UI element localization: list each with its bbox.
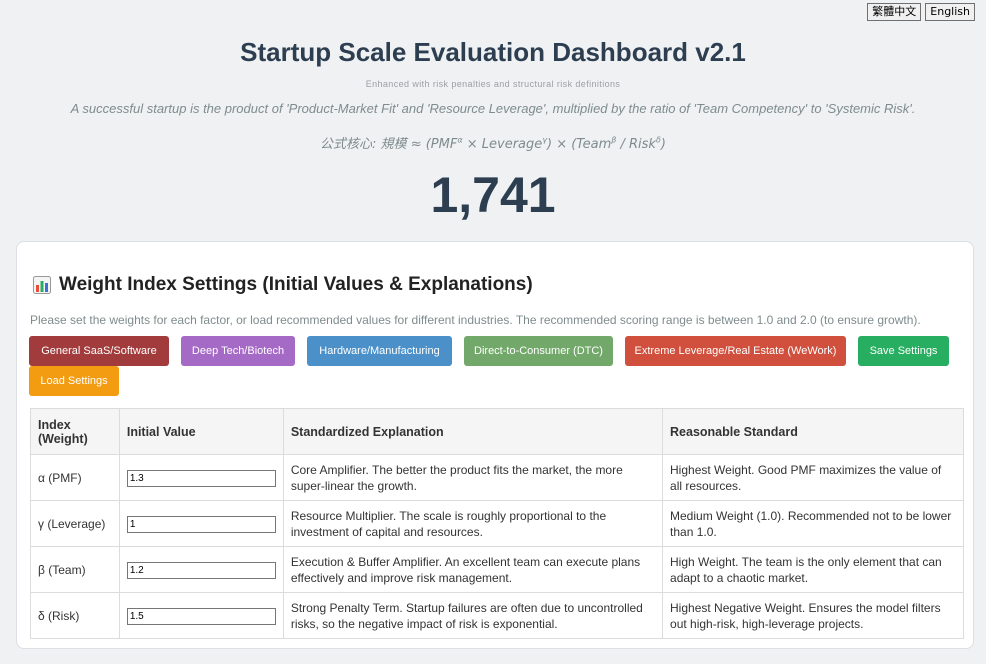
table-row: δ (Risk) Strong Penalty Term. Startup fa…: [30, 592, 964, 639]
table-row: α (PMF) Core Amplifier. The better the p…: [30, 454, 964, 501]
panel-title: Weight Index Settings (Initial Values & …: [33, 274, 533, 296]
delta-input[interactable]: [126, 607, 276, 625]
header-explanation: Standardized Explanation: [282, 408, 664, 455]
weights-table: Index (Weight) Initial Value Standardize…: [30, 408, 964, 639]
gamma-input[interactable]: [126, 515, 276, 533]
preset-deeptech-button[interactable]: Deep Tech/Biotech: [181, 336, 295, 366]
page-subtitle: Enhanced with risk penalties and structu…: [365, 79, 621, 89]
preset-hardware-button[interactable]: Hardware/Manufacturing: [307, 336, 452, 366]
alpha-input[interactable]: [126, 469, 276, 487]
row-index: δ (Risk): [30, 592, 120, 639]
language-switcher: 繁體中文 English: [867, 3, 975, 21]
row-standard: Highest Negative Weight. Ensures the mod…: [662, 592, 964, 639]
preset-wework-button[interactable]: Extreme Leverage/Real Estate (WeWork): [625, 336, 846, 366]
beta-input[interactable]: [126, 561, 276, 579]
table-row: β (Team) Execution & Buffer Amplifier. A…: [30, 546, 964, 593]
row-index: α (PMF): [30, 454, 120, 501]
preset-saas-button[interactable]: General SaaS/Software: [29, 336, 169, 366]
row-standard: Medium Weight (1.0). Recommended not to …: [662, 500, 964, 547]
save-settings-button[interactable]: Save Settings: [858, 336, 949, 366]
row-explanation: Core Amplifier. The better the product f…: [282, 454, 664, 501]
row-explanation: Resource Multiplier. The scale is roughl…: [282, 500, 664, 547]
row-index: γ (Leverage): [30, 500, 120, 547]
page-description: A successful startup is the product of '…: [70, 101, 916, 116]
header-initial-value: Initial Value: [118, 408, 284, 455]
panel-hint: Please set the weights for each factor, …: [30, 313, 921, 327]
load-settings-button[interactable]: Load Settings: [29, 366, 119, 396]
weight-settings-panel: Weight Index Settings (Initial Values & …: [16, 241, 974, 649]
table-header-row: Index (Weight) Initial Value Standardize…: [30, 408, 964, 455]
row-explanation: Execution & Buffer Amplifier. An excelle…: [282, 546, 664, 593]
header-standard: Reasonable Standard: [662, 408, 964, 455]
lang-zh-button[interactable]: 繁體中文: [867, 3, 922, 21]
row-standard: Highest Weight. Good PMF maximizes the v…: [662, 454, 964, 501]
formula: 公式核心: 規模 ≈ (PMFα × Leverageγ) × (Teamβ /…: [320, 135, 666, 152]
header-index: Index (Weight): [30, 408, 120, 455]
row-index: β (Team): [30, 546, 120, 593]
score-value: 1,741: [430, 167, 556, 223]
preset-dtc-button[interactable]: Direct-to-Consumer (DTC): [464, 336, 613, 366]
lang-en-button[interactable]: English: [925, 3, 975, 21]
table-row: γ (Leverage) Resource Multiplier. The sc…: [30, 500, 964, 547]
row-explanation: Strong Penalty Term. Startup failures ar…: [282, 592, 664, 639]
page-title: Startup Scale Evaluation Dashboard v2.1: [240, 37, 746, 67]
bar-chart-icon: [33, 276, 51, 294]
row-standard: High Weight. The team is the only elemen…: [662, 546, 964, 593]
